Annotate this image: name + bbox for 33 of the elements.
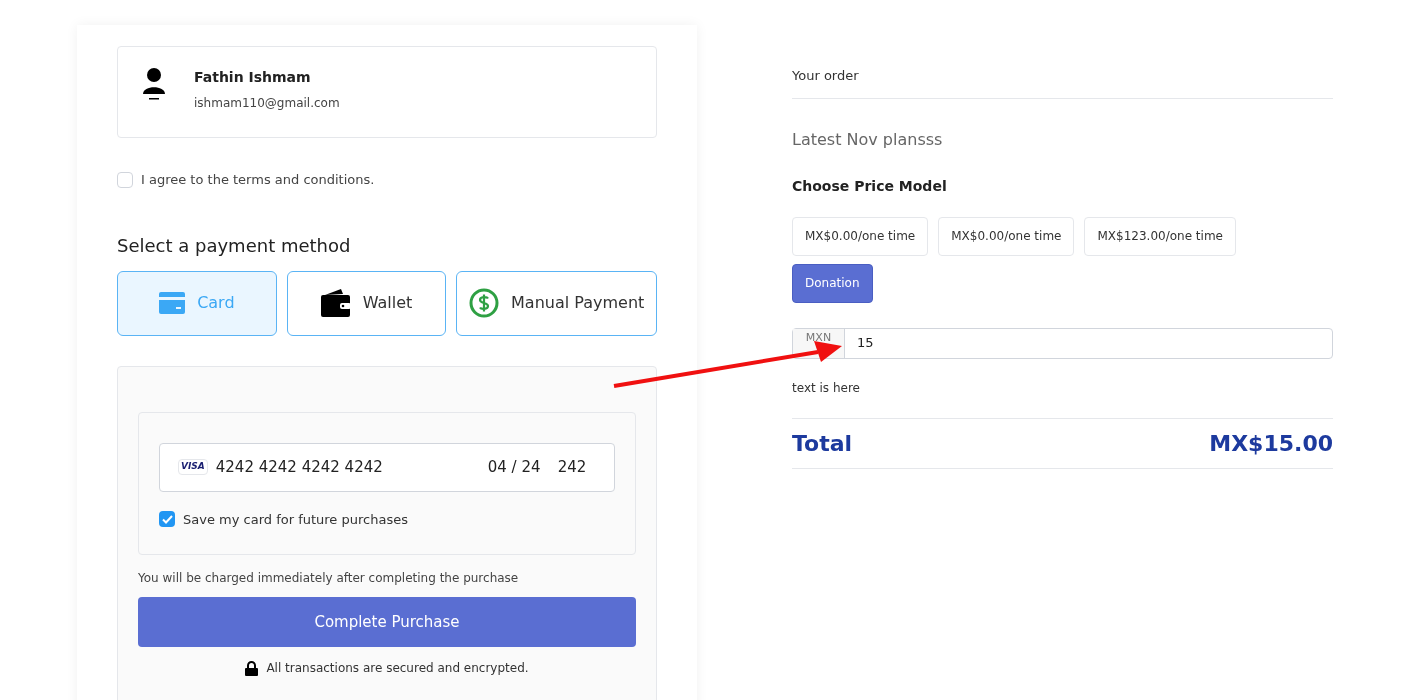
card-cvc: 242 bbox=[557, 456, 587, 478]
save-card-checkbox[interactable] bbox=[159, 511, 175, 528]
payment-method-tab[interactable]: Manual Payment bbox=[456, 270, 657, 336]
user-name: Fathin Ishmam bbox=[194, 68, 312, 87]
wallet-icon bbox=[320, 289, 351, 317]
amount-note: text is here bbox=[792, 379, 861, 397]
save-card-label: Save my card for future purchases bbox=[183, 510, 408, 529]
charge-note: You will be charged immediately after completing the purchase bbox=[138, 570, 520, 587]
visa-logo: VISA bbox=[178, 459, 208, 475]
card-expiry: 04 / 24 bbox=[487, 456, 542, 478]
dollar-coin-icon bbox=[469, 288, 500, 318]
payment-method-tab[interactable]: Wallet bbox=[286, 270, 447, 336]
complete-purchase-button[interactable]: Complete Purchase bbox=[138, 597, 636, 647]
amount-value: 15 bbox=[856, 334, 874, 353]
total-label: Total bbox=[792, 429, 853, 458]
secure-note: All transactions are secured and encrypted. bbox=[266, 660, 529, 677]
order-title: Your order bbox=[792, 67, 860, 85]
price-option[interactable]: Donation bbox=[792, 263, 873, 303]
lock-icon bbox=[245, 660, 259, 676]
terms-checkbox[interactable] bbox=[117, 171, 133, 188]
price-option[interactable]: MX$0.00/one time bbox=[792, 216, 929, 256]
user-email: ishmam110@gmail.com bbox=[194, 95, 340, 112]
plan-name: Latest Nov plansss bbox=[792, 128, 944, 151]
total-amount: MX$15.00 bbox=[1209, 429, 1333, 458]
card-number: 4242 4242 4242 4242 bbox=[215, 456, 384, 478]
price-model-heading: Choose Price Model bbox=[792, 176, 948, 196]
card-input-field[interactable]: VISA 4242 4242 4242 4242 04 / 24 242 bbox=[159, 442, 615, 492]
person-icon bbox=[142, 67, 166, 101]
credit-card-icon bbox=[159, 292, 186, 314]
price-option[interactable]: MX$0.00/one time bbox=[938, 216, 1075, 256]
price-option[interactable]: MX$123.00/one time bbox=[1084, 216, 1236, 256]
terms-label: I agree to the terms and conditions. bbox=[141, 171, 375, 189]
payment-method-heading: Select a payment method bbox=[117, 233, 352, 258]
